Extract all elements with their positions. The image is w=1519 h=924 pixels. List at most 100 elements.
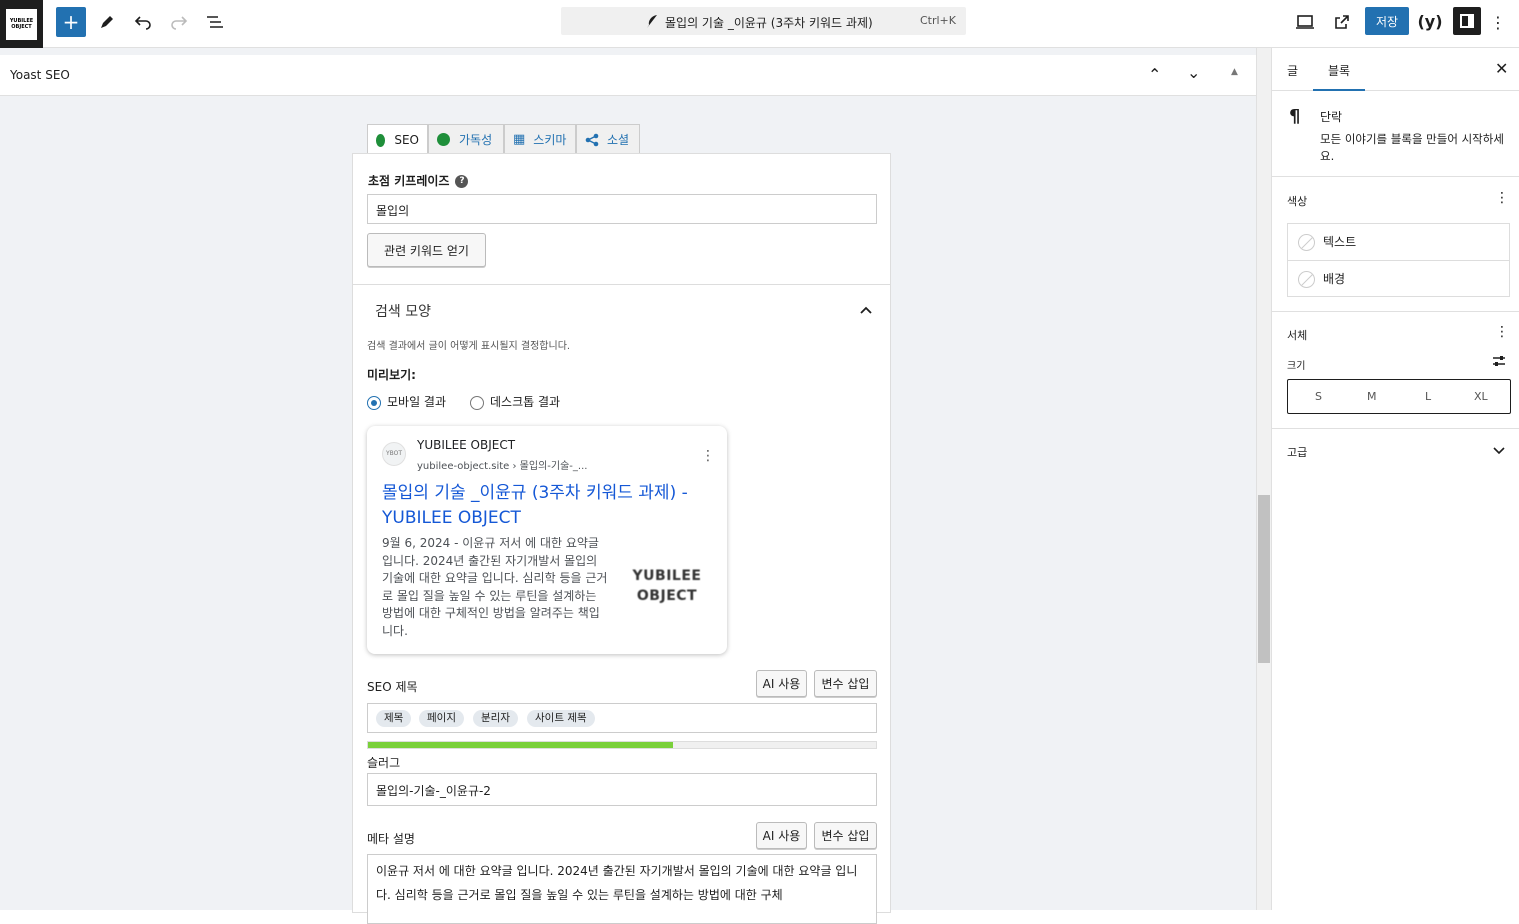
- tab-readability[interactable]: 가독성: [428, 124, 504, 154]
- help-icon[interactable]: ?: [455, 175, 469, 188]
- view-post-button[interactable]: [1327, 7, 1357, 37]
- radio-label: 데스크톱 결과: [490, 395, 561, 409]
- snippet-url: yubilee-object.site › 몰입의-기술-_...: [417, 461, 588, 472]
- meta-insert-variable-button[interactable]: 변수 삽입: [814, 822, 877, 849]
- smiley-icon: [437, 133, 450, 146]
- snippet-date: 9월 6, 2024: [382, 536, 451, 550]
- close-icon: ✕: [1495, 59, 1509, 78]
- smiley-icon: [376, 133, 386, 147]
- site-logo[interactable]: YUBILEE OBJECT: [0, 0, 43, 48]
- color-options-button[interactable]: ⋮: [1495, 190, 1509, 206]
- close-sidebar-button[interactable]: ✕: [1495, 59, 1508, 78]
- scrollbar-thumb[interactable]: [1258, 495, 1270, 663]
- kebab-icon: ⋮: [701, 448, 715, 464]
- document-title: 몰입의 기술 _이윤규 (3주차 키워드 과제): [665, 16, 873, 30]
- undo-button[interactable]: [128, 7, 158, 37]
- slug-input[interactable]: 몰입의-기술-_이윤규-2: [367, 773, 877, 806]
- move-up-button[interactable]: ⌃: [1148, 65, 1161, 84]
- triangle-up-icon: ▲: [1231, 67, 1238, 77]
- seo-title-input[interactable]: 제목 페이지 분리자 사이트 제목: [367, 703, 877, 733]
- text-color-item[interactable]: 텍스트: [1288, 224, 1509, 261]
- grid-icon: ▦: [513, 132, 526, 147]
- chevron-up-icon[interactable]: [859, 305, 873, 315]
- keyboard-shortcut: Ctrl+K: [919, 14, 956, 27]
- settings-button[interactable]: [1453, 7, 1481, 35]
- advanced-section-toggle[interactable]: 고급: [1287, 444, 1307, 460]
- size-option-s[interactable]: S: [1315, 390, 1322, 403]
- tab-seo[interactable]: SEO: [367, 124, 428, 155]
- search-appearance-heading[interactable]: 검색 모양: [375, 301, 431, 321]
- typography-section-label: 서체: [1287, 329, 1308, 342]
- custom-size-settings-icon[interactable]: [1492, 354, 1506, 368]
- radio-label: 모바일 결과: [387, 395, 447, 409]
- kebab-icon: ⋮: [1490, 12, 1506, 32]
- tab-schema[interactable]: ▦ 스키마: [504, 124, 576, 154]
- snippet-description: 9월 6, 2024 - 이윤규 저서 에 대한 요약글 입니다. 2024년 …: [382, 536, 608, 638]
- tab-block[interactable]: 블록: [1328, 62, 1350, 79]
- google-snippet-preview: YBOT YUBILEE OBJECT yubilee-object.site …: [367, 426, 727, 654]
- document-overview-button[interactable]: [200, 7, 230, 37]
- site-favicon: YBOT: [382, 442, 406, 466]
- background-color-item[interactable]: 배경: [1288, 261, 1509, 297]
- preview-label: 미리보기:: [367, 368, 416, 382]
- redo-button[interactable]: [164, 7, 194, 37]
- meta-ai-use-button[interactable]: AI 사용: [756, 822, 807, 849]
- share-icon: [585, 133, 599, 146]
- insert-variable-button[interactable]: 변수 삽입: [814, 670, 877, 697]
- save-button[interactable]: 저장: [1365, 7, 1409, 35]
- redo-icon: [171, 16, 188, 30]
- chevron-up-icon: ⌃: [1148, 65, 1162, 84]
- chevron-down-icon[interactable]: [1493, 447, 1505, 455]
- get-related-keyphrases-button[interactable]: 관련 키워드 얻기: [367, 233, 486, 267]
- ai-use-button[interactable]: AI 사용: [756, 670, 807, 697]
- empty-swatch-icon: [1298, 234, 1315, 251]
- sidebar-toggle-icon: [1460, 14, 1474, 28]
- color-section-label: 색상: [1287, 195, 1308, 208]
- radio-selected[interactable]: [367, 395, 381, 410]
- snippet-thumbnail: YUBILEE OBJECT: [632, 568, 702, 604]
- progress-fill: [368, 742, 673, 748]
- block-description: 모든 이야기를 블록을 만들어 시작하세요.: [1320, 132, 1504, 163]
- variable-pill-page[interactable]: 페이지: [419, 710, 464, 727]
- kebab-icon: ⋮: [1495, 190, 1509, 206]
- section-divider: [1272, 428, 1519, 429]
- site-logo-mark: YUBILEE OBJECT: [6, 8, 37, 40]
- options-button[interactable]: ⋮: [1488, 7, 1508, 37]
- color-settings-box: 텍스트 배경: [1287, 223, 1510, 297]
- preview-button[interactable]: [1290, 7, 1320, 37]
- radio-unselected[interactable]: [470, 395, 484, 410]
- yoast-metabox-title: Yoast SEO: [10, 68, 70, 82]
- seo-title-length-progress: [367, 741, 877, 749]
- tab-post[interactable]: 글: [1287, 62, 1298, 79]
- mobile-result-radio[interactable]: 모바일 결과: [367, 393, 446, 410]
- variable-pill-site-title[interactable]: 사이트 제목: [527, 710, 595, 727]
- tools-button[interactable]: [92, 7, 122, 37]
- tab-label: SEO: [394, 133, 419, 147]
- snippet-title[interactable]: 몰입의 기술 _이윤규 (3주차 키워드 과제) - YUBILEE OBJEC…: [382, 481, 717, 531]
- variable-pill-title[interactable]: 제목: [376, 710, 412, 727]
- background-color-label: 배경: [1323, 272, 1346, 286]
- editor-scrollbar[interactable]: [1256, 48, 1271, 910]
- typography-options-button[interactable]: ⋮: [1495, 324, 1509, 340]
- add-block-button[interactable]: +: [56, 7, 86, 37]
- command-palette-bar[interactable]: 몰입의 기술 _이윤규 (3주차 키워드 과제) Ctrl+K: [561, 7, 966, 35]
- section-divider: [1272, 311, 1519, 312]
- meta-description-label: 메타 설명: [367, 832, 415, 846]
- yoast-button[interactable]: (y): [1417, 8, 1444, 34]
- size-option-xl[interactable]: XL: [1474, 390, 1488, 403]
- move-down-button[interactable]: ⌄: [1187, 63, 1200, 82]
- collapse-metabox-button[interactable]: ▲: [1231, 67, 1238, 77]
- text-color-label: 텍스트: [1323, 235, 1357, 249]
- top-toolbar: YUBILEE OBJECT + 몰입의 기술 _이윤규 (3주차 키워드 과제…: [0, 0, 1519, 48]
- desktop-icon: [1296, 15, 1314, 29]
- seo-title-label: SEO 제목: [367, 680, 418, 694]
- meta-description-input[interactable]: 이윤규 저서 에 대한 요약글 입니다. 2024년 출간된 자기개발서 몰입의…: [367, 854, 877, 924]
- plus-icon: +: [62, 10, 80, 34]
- feather-icon: [647, 15, 657, 28]
- desktop-result-radio[interactable]: 데스크톱 결과: [470, 393, 560, 410]
- focus-keyphrase-input[interactable]: 몰입의: [367, 194, 877, 224]
- variable-pill-separator[interactable]: 분리자: [473, 710, 518, 727]
- tab-social[interactable]: 소셜: [576, 124, 640, 154]
- size-option-l[interactable]: L: [1425, 390, 1431, 403]
- size-option-m[interactable]: M: [1367, 390, 1377, 403]
